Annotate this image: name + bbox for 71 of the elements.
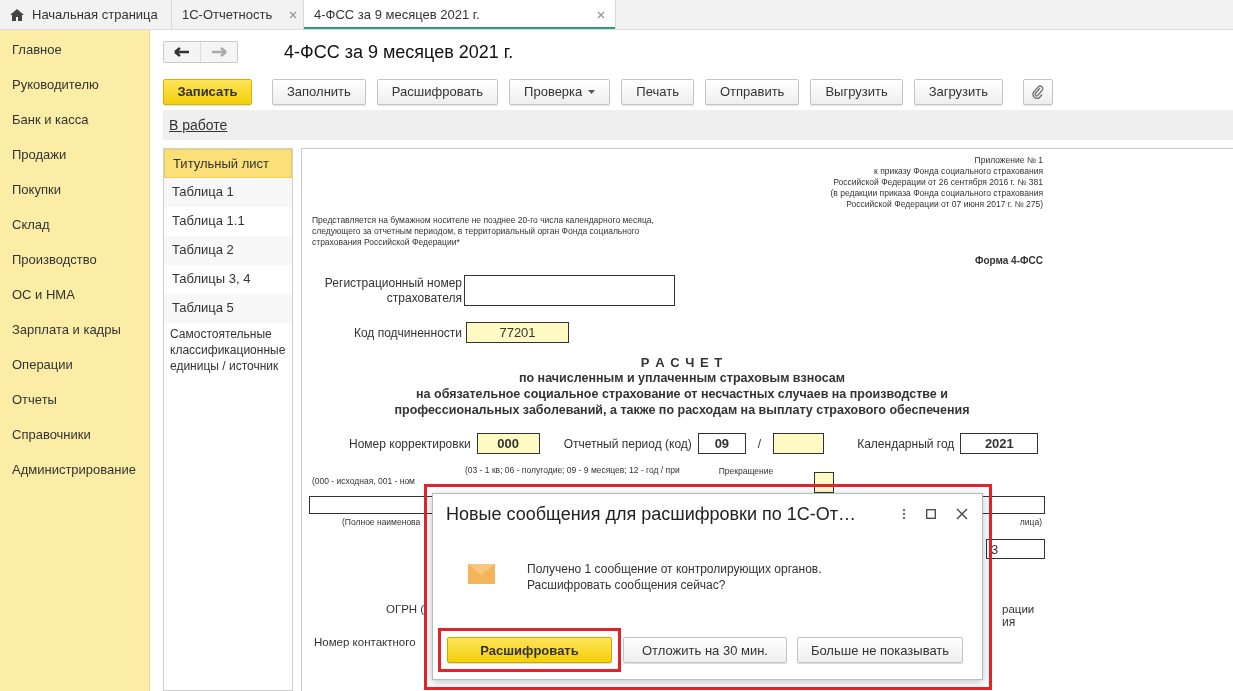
field-label: Номер корректировки	[349, 436, 471, 451]
sidebar-item[interactable]: Производство	[0, 251, 149, 286]
notice-line: страхования Российской Федерации*	[312, 237, 461, 248]
input-field[interactable]: 000	[476, 433, 540, 454]
form-subheading: на обязательное социальное страхование от несчастных случаев на производстве и	[415, 386, 949, 402]
section-item[interactable]: Таблица 2	[164, 236, 292, 265]
field-label: рации	[1002, 603, 1036, 615]
notice-line: Представляется на бумажном носителе не позднее 20-го числа календарного месяца,	[312, 215, 655, 226]
hint-text: (03 - 1 кв; 06 - полугодие; 09 - 9 месяцев; 12 - год / при	[464, 465, 680, 475]
form-heading: Р А С Ч Е Т	[639, 355, 725, 370]
dialog-button[interactable]: Больше не показывать	[797, 637, 963, 663]
dialog-button[interactable]: Отложить на 30 мин.	[623, 637, 787, 663]
sidebar-item[interactable]: Покупки	[0, 181, 149, 216]
toolbar-button[interactable]: Печать	[621, 78, 694, 105]
notice-line: следующего за отчетным периодом, в территориальный орган Фонда социального	[312, 226, 641, 237]
section-item[interactable]: Таблицы 3, 4	[164, 265, 292, 294]
dialog-message: Расшифровать сообщения сейчас?	[527, 577, 727, 593]
status-link[interactable]: В работе	[169, 117, 228, 133]
field-label: Отчетный период (код)	[563, 436, 692, 451]
hint-text: (Полное наименова	[342, 517, 421, 527]
form-name: Форма 4-ФСС	[973, 255, 1043, 266]
field-label: ОГРН (	[386, 603, 425, 615]
section-item[interactable]: Таблица 1	[164, 178, 292, 207]
sidebar-item[interactable]: Главное	[0, 41, 149, 76]
field-label: Регистрационный номер страхователя	[323, 275, 462, 306]
field-label: ия	[1002, 615, 1016, 629]
section-item[interactable]: Таблица 5	[164, 294, 292, 323]
field-label: Код подчиненности	[352, 325, 462, 340]
sidebar-item[interactable]: Администрирование	[0, 461, 149, 496]
dropdown-button[interactable]: Проверка	[509, 78, 611, 105]
sidebar-item[interactable]: Банк и касса	[0, 111, 149, 146]
field-label: Номер контактного	[314, 636, 416, 648]
appendix-line: Российской Федерации от 07 июня 2017 г. № 275)	[845, 199, 1043, 210]
tab[interactable]: 4-ФСС за 9 месяцев 2021 г.	[304, 0, 616, 29]
toolbar-button[interactable]: Отправить	[704, 78, 800, 105]
toolbar-button[interactable]: Загрузить	[913, 78, 1004, 105]
sidebar-item[interactable]: Операции	[0, 356, 149, 391]
field-label: Прекращение	[718, 466, 774, 476]
dialog-message: Получено 1 сообщение от контролирующих органов.	[527, 561, 822, 577]
section-item[interactable]: Самостоятельные классификационные единицы / источник	[164, 323, 292, 374]
sidebar-item[interactable]: Отчеты	[0, 391, 149, 426]
toolbar-button[interactable]: Записать	[163, 78, 252, 105]
toolbar-button[interactable]: Расшифровать	[376, 78, 499, 105]
sidebar-item[interactable]: Склад	[0, 216, 149, 251]
hint-text: (000 - исходная, 001 - ном	[312, 476, 415, 486]
input-field[interactable]: 3	[986, 539, 1045, 559]
separator-text: /	[757, 436, 762, 451]
sidebar-item[interactable]: Справочники	[0, 426, 149, 461]
appendix-line: Приложение № 1	[973, 155, 1043, 166]
section-item[interactable]: Титульный лист	[164, 149, 292, 178]
appendix-line: Российской Федерации от 26 сентября 2016 г. № 381	[832, 177, 1043, 188]
section-item[interactable]: Таблица 1.1	[164, 207, 292, 236]
field-label: Календарный год	[857, 436, 955, 451]
dialog-button[interactable]: Расшифровать	[447, 637, 612, 663]
hint-text: лица)	[1019, 517, 1042, 527]
document-title: 4-ФСС за 9 месяцев 2021 г.	[284, 41, 514, 63]
form-subheading: по начисленным и уплаченным страховым взносам	[517, 370, 847, 386]
sidebar-item[interactable]: Руководителю	[0, 76, 149, 111]
sidebar-item[interactable]: Зарплата и кадры	[0, 321, 149, 356]
toolbar-button[interactable]: Выгрузить	[810, 78, 903, 105]
input-field[interactable]: 09	[697, 433, 746, 454]
input-field[interactable]: 2021	[960, 433, 1039, 454]
input-field[interactable]: 77201	[466, 322, 569, 343]
appendix-line: (в редакции приказа Фонда социального страхования	[829, 188, 1043, 199]
form-subheading: профессиональных заболеваний, а также по расходам на выплату страхового обеспечения	[393, 402, 971, 418]
appendix-line: к приказу Фонда социального страхования	[873, 166, 1043, 177]
sidebar-item[interactable]: ОС и НМА	[0, 286, 149, 321]
toolbar-button[interactable]: Заполнить	[272, 78, 366, 105]
sidebar-item[interactable]: Продажи	[0, 146, 149, 181]
dialog-title: Новые сообщения для расшифровки по 1С-От…	[446, 503, 858, 525]
tab[interactable]: Начальная страница	[0, 0, 172, 29]
